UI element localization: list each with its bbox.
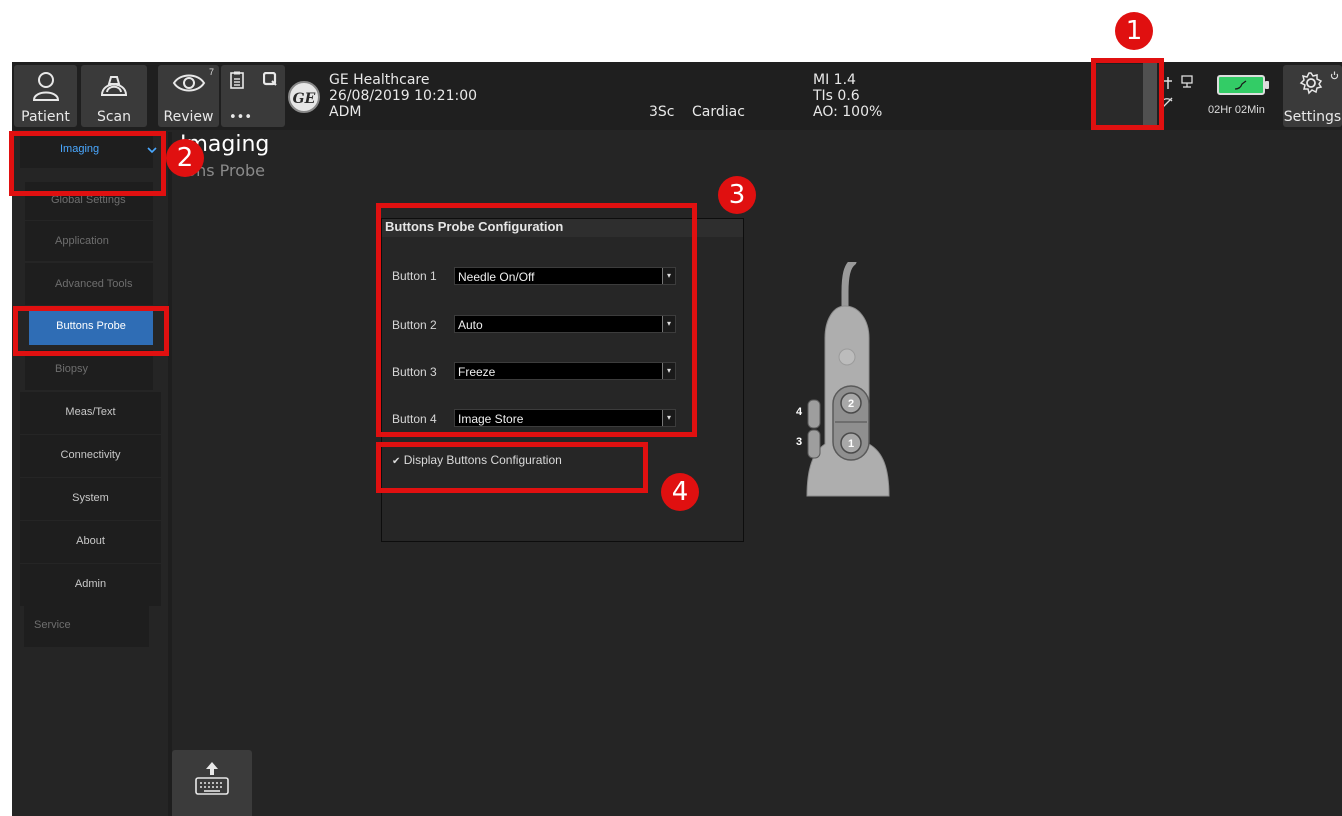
sidebar-divider [168,132,172,816]
annotation-box-1 [1091,58,1164,130]
plug-icon [1234,80,1247,90]
application-name: Cardiac [692,104,745,120]
patient-icon [32,72,59,101]
sidebar-item-biopsy[interactable]: Biopsy [25,350,153,390]
probe-side-label-4: 4 [796,406,803,418]
probe-button-2-label: 2 [848,398,854,410]
annotation-number-1: 1 [1115,12,1153,50]
sidebar-item-label: System [72,492,109,504]
scan-probe-icon [100,76,128,96]
annotation-box-buttons-probe [13,306,169,356]
tis-value: TIs 0.6 [813,88,860,104]
annotation-box-2 [9,131,166,196]
battery-indicator [1217,75,1269,95]
patient-label: Patient [21,109,70,125]
probe-name: 3Sc [649,104,675,120]
review-button[interactable]: 7 Review [158,65,219,127]
sidebar-item-label: Advanced Tools [55,278,133,290]
sidebar-item-service[interactable]: Service [24,605,149,647]
keyboard-button[interactable] [172,750,252,816]
comment-icon [263,72,277,86]
ultrasound-screen: Patient Scan 7 Review ••• GE GE Healthca… [12,62,1342,816]
eye-icon [172,74,205,92]
sidebar-item-label: Biopsy [55,363,89,375]
annotation-number-4: 4 [661,473,699,511]
sidebar-item-label: About [76,535,105,547]
patient-button[interactable]: Patient [14,65,77,127]
gear-icon [1299,72,1323,95]
mi-value: MI 1.4 [813,72,856,88]
sidebar-item-label: Admin [74,578,107,590]
probe-cable [841,262,857,310]
battery-time: 02Hr 02Min [1208,104,1265,116]
sidebar-item-label: Application [55,235,109,247]
sidebar-item-admin[interactable]: Admin [20,564,161,606]
sidebar-item-advanced-tools[interactable]: Advanced Tools [25,263,153,305]
clipboard-icon [230,71,244,89]
user-name: ADM [329,104,362,120]
settings-button[interactable]: Settings [1283,65,1342,127]
probe-illustration: 2 1 4 3 [796,262,890,497]
sidebar-item-label: Service [34,619,71,631]
more-tools-button[interactable]: ••• [221,65,285,127]
annotation-number-2: 2 [166,139,204,177]
probe-side-label-3: 3 [796,436,802,448]
power-icon [1330,71,1339,80]
review-count-badge: 7 [209,67,215,77]
network-icon [1181,75,1193,88]
company-name: GE Healthcare [329,72,430,88]
sidebar-item-connectivity[interactable]: Connectivity [20,435,161,477]
ge-logo: GE [288,81,320,113]
sidebar-item-label: Connectivity [60,449,121,461]
annotation-number-3: 3 [718,176,756,214]
sidebar-item-meas-text[interactable]: Meas/Text [20,392,161,434]
more-dots-label: ••• [229,110,253,125]
annotation-box-4 [376,442,648,493]
settings-label: Settings [1283,109,1342,125]
acoustic-output: MI 1.4 TIs 0.6 AO: 100% [813,72,882,120]
device-info: GE Healthcare 26/08/2019 10:21:00 ADM [329,72,477,120]
sidebar-item-about[interactable]: About [20,521,161,563]
keyboard-icon [195,762,229,795]
ao-value: AO: 100% [813,104,883,120]
sidebar-item-application[interactable]: Application [25,221,153,261]
sidebar-item-label: Meas/Text [65,406,116,418]
probe-side-button-3 [807,429,821,459]
sidebar-item-system[interactable]: System [20,478,161,520]
date-time: 26/08/2019 10:21:00 [329,88,478,104]
scan-label: Scan [96,109,132,125]
probe-button-1-label: 1 [848,438,854,450]
review-label: Review [163,109,214,125]
probe-ge-emblem [838,348,856,366]
scan-button[interactable]: Scan [81,65,147,127]
probe-side-button-4 [807,399,821,429]
annotation-box-3 [376,203,697,437]
